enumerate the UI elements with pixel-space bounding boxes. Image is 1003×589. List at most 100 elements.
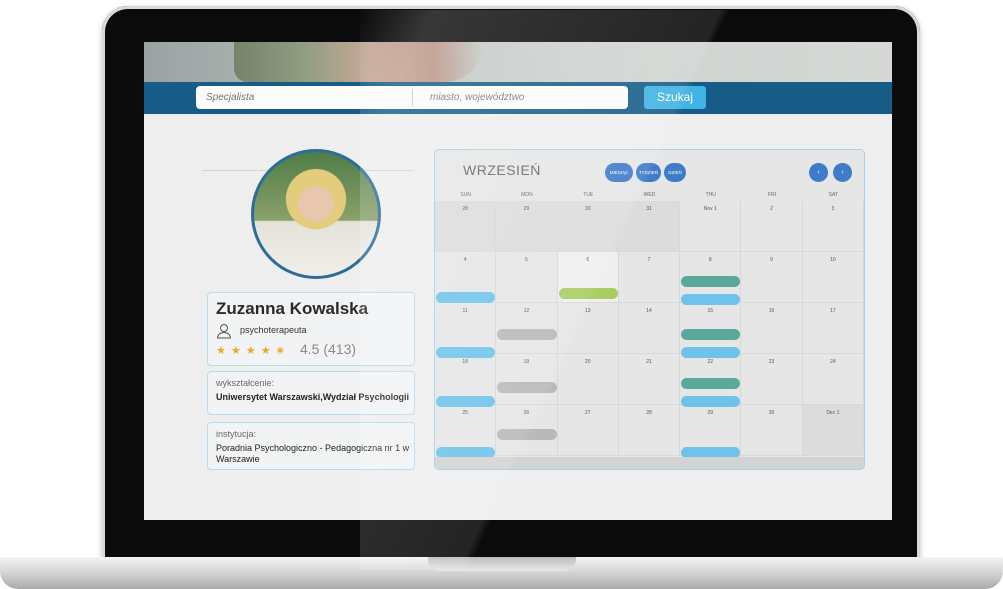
calendar-event[interactable] bbox=[436, 347, 496, 358]
institution-card: instytucja: Poradnia Psychologiczno - Pe… bbox=[207, 422, 415, 470]
calendar-day-number: 21 bbox=[646, 359, 652, 365]
calendar-event[interactable] bbox=[681, 294, 741, 305]
day-header: MON bbox=[521, 192, 533, 198]
calendar-event[interactable] bbox=[681, 276, 741, 287]
calendar-day-cell[interactable]: 30 bbox=[557, 201, 619, 252]
calendar-month: WRZESIEŃ bbox=[463, 162, 541, 178]
calendar-day-number: 14 bbox=[646, 308, 652, 314]
calendar-day-number: 28 bbox=[462, 206, 468, 212]
institution-label: instytucja: bbox=[216, 429, 257, 439]
calendar-day-number: 22 bbox=[707, 359, 714, 365]
hero-photo bbox=[234, 42, 484, 82]
calendar-day-number: 17 bbox=[830, 308, 836, 314]
laptop-notch bbox=[428, 557, 576, 571]
calendar-grid: SUN MON TUE WED THU FRI SAT 28 29 30 31 Nov 1234567… bbox=[435, 192, 864, 458]
calendar-day-number: 11 bbox=[462, 308, 468, 314]
calendar-day-cell[interactable]: 30 bbox=[741, 405, 803, 456]
next-month-button[interactable]: › bbox=[833, 163, 852, 182]
calendar-day-number: 3 bbox=[831, 206, 835, 212]
education-label: wykształcenie: bbox=[216, 378, 275, 388]
calendar-event[interactable] bbox=[681, 396, 741, 407]
calendar-day-cell[interactable]: 24 bbox=[802, 354, 864, 405]
calendar-day-number: 7 bbox=[647, 257, 651, 263]
person-icon bbox=[216, 324, 232, 339]
calendar-day-cell[interactable]: 16 bbox=[741, 303, 803, 354]
calendar-day-cell[interactable]: 13 bbox=[557, 303, 619, 354]
calendar-day-number: Dec 1 bbox=[826, 410, 840, 416]
calendar-day-number: 26 bbox=[523, 410, 530, 416]
calendar-day-cell[interactable]: 28 bbox=[618, 405, 681, 456]
calendar-day-cell[interactable]: 27 bbox=[557, 405, 619, 456]
calendar-event[interactable] bbox=[681, 329, 741, 340]
calendar-day-number: 19 bbox=[523, 359, 530, 365]
calendar-day-number: 31 bbox=[646, 206, 652, 212]
day-header: TUE bbox=[583, 192, 594, 198]
calendar-day-number: 8 bbox=[708, 257, 712, 263]
day-header: THU bbox=[705, 192, 716, 198]
calendar-day-cell[interactable]: 5 bbox=[496, 252, 558, 303]
hero-banner bbox=[144, 42, 892, 82]
education-value: Uniwersytet Warszawski,Wydział Psycholog… bbox=[216, 392, 410, 402]
calendar-day-number: 23 bbox=[768, 359, 775, 365]
rating-stars: ★ ★ ★ ★ ✬ bbox=[216, 345, 286, 357]
calendar-event[interactable] bbox=[436, 396, 496, 407]
calendar-day-cell[interactable]: 28 bbox=[435, 201, 497, 252]
calendar-day-number: 28 bbox=[646, 410, 652, 416]
search-button[interactable]: Szukaj bbox=[644, 86, 706, 109]
calendar-day-cell[interactable]: 23 bbox=[741, 354, 803, 405]
calendar-day-number: 24 bbox=[830, 359, 836, 365]
calendar-day-number: 13 bbox=[584, 308, 591, 314]
calendar-day-cell[interactable]: 21 bbox=[618, 354, 681, 405]
profile-card: Zuzanna Kowalska psychoterapeuta ★ ★ ★ ★… bbox=[207, 292, 415, 366]
calendar-day-number: 30 bbox=[768, 410, 775, 416]
calendar-day-cell[interactable]: 10 bbox=[802, 252, 864, 303]
calendar-day-cell[interactable]: 31 bbox=[618, 201, 681, 252]
calendar-day-cell[interactable]: 14 bbox=[618, 303, 681, 354]
calendar-event[interactable] bbox=[558, 288, 618, 299]
calendar-day-number: 5 bbox=[525, 257, 528, 263]
institution-value: Poradnia Psychologiczno - Pedagogiczna n… bbox=[216, 443, 410, 464]
calendar-day-cell[interactable]: 17 bbox=[802, 303, 864, 354]
calendar-day-number: 29 bbox=[523, 206, 530, 212]
day-header: SUN bbox=[460, 192, 471, 198]
day-header: SAT bbox=[828, 192, 839, 198]
search-divider bbox=[412, 89, 413, 106]
view-day-button[interactable]: DZIEŃ bbox=[664, 163, 686, 182]
calendar-day-number: 18 bbox=[462, 359, 468, 365]
education-card: wykształcenie: Uniwersytet Warszawski,Wy… bbox=[207, 371, 415, 415]
calendar-event[interactable] bbox=[436, 292, 496, 303]
calendar-day-number: 16 bbox=[768, 308, 775, 314]
calendar: WRZESIEŃ MIESIĄC TYDZIEŃ DZIEŃ ‹ › SUN MO… bbox=[434, 149, 865, 470]
calendar-day-cell[interactable]: 9 bbox=[741, 252, 803, 303]
calendar-day-cell[interactable]: 29 bbox=[496, 201, 558, 252]
calendar-event[interactable] bbox=[681, 347, 741, 358]
day-header: FRI bbox=[768, 192, 777, 198]
day-header: WED bbox=[643, 192, 656, 198]
calendar-day-number: 20 bbox=[584, 359, 591, 365]
location-input[interactable] bbox=[424, 86, 636, 109]
calendar-event[interactable] bbox=[497, 382, 557, 393]
calendar-day-cell[interactable]: 2 bbox=[741, 201, 803, 252]
calendar-day-cell[interactable]: 3 bbox=[802, 201, 864, 252]
calendar-day-cell[interactable]: 7 bbox=[618, 252, 681, 303]
calendar-day-number: 25 bbox=[462, 410, 468, 416]
calendar-day-cell[interactable]: Nov 1 bbox=[680, 201, 742, 252]
rating-value: 4.5 (413) bbox=[300, 341, 357, 357]
calendar-event[interactable] bbox=[497, 429, 557, 440]
laptop-screen: Szukaj Zuzanna Kowalska psychoterapeuta … bbox=[144, 42, 892, 520]
calendar-event[interactable] bbox=[497, 329, 557, 340]
avatar bbox=[251, 149, 381, 279]
calendar-day-cell[interactable]: 19 bbox=[496, 354, 558, 405]
calendar-day-cell[interactable]: Dec 1 bbox=[802, 405, 864, 456]
view-month-button[interactable]: MIESIĄC bbox=[605, 163, 633, 182]
calendar-event[interactable] bbox=[681, 378, 741, 389]
calendar-footer bbox=[435, 457, 864, 469]
calendar-day-number: 4 bbox=[463, 257, 467, 263]
calendar-day-cell[interactable]: 20 bbox=[557, 354, 619, 405]
calendar-day-number: 2 bbox=[770, 206, 773, 212]
prev-month-button[interactable]: ‹ bbox=[809, 163, 828, 182]
calendar-day-number: 6 bbox=[586, 257, 590, 263]
view-week-button[interactable]: TYDZIEŃ bbox=[636, 163, 661, 182]
specialist-name: Zuzanna Kowalska bbox=[216, 299, 369, 318]
specialist-input[interactable] bbox=[200, 86, 412, 109]
